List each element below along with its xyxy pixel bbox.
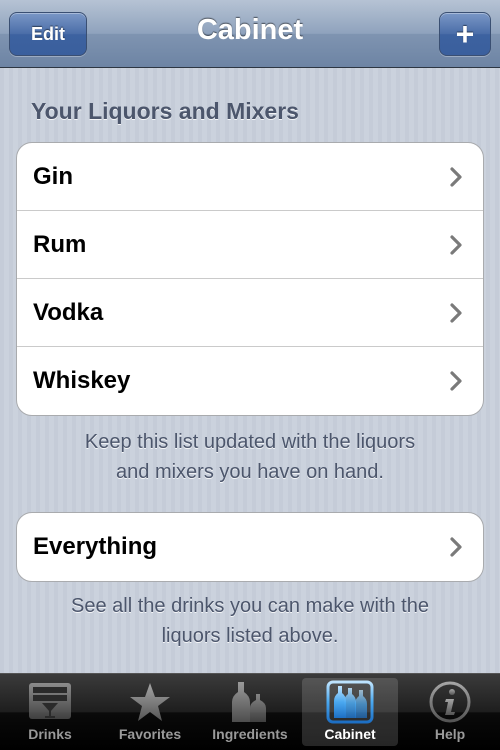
- list-item-vodka[interactable]: Vodka: [17, 279, 483, 347]
- cabinet-bottles-icon: [325, 680, 375, 724]
- tab-label: Cabinet: [324, 726, 376, 742]
- tab-ingredients[interactable]: Ingredients: [202, 678, 298, 746]
- tab-help[interactable]: Help: [402, 678, 498, 746]
- tab-favorites[interactable]: Favorites: [102, 678, 198, 746]
- tab-label: Favorites: [118, 726, 182, 742]
- navigation-bar: Edit Cabinet +: [0, 0, 500, 68]
- liquor-list-footer: Keep this list updated with the liquors …: [20, 427, 480, 487]
- list-item-label: Whiskey: [33, 367, 131, 394]
- footer-line: Keep this list updated with the liquors: [84, 431, 416, 453]
- bottles-icon: [225, 680, 275, 724]
- footer-line: and mixers you have on hand.: [116, 461, 384, 483]
- chevron-right-icon: [445, 234, 467, 256]
- star-icon: [125, 680, 175, 724]
- everything-list: Everything: [16, 512, 484, 582]
- footer-line: liquors listed above.: [161, 625, 339, 647]
- drinks-icon: [25, 680, 75, 724]
- tab-label: Drinks: [28, 726, 72, 742]
- chevron-right-icon: [445, 536, 467, 558]
- section-header: Your Liquors and Mixers: [31, 98, 299, 124]
- tab-label: Help: [434, 726, 466, 742]
- list-item-label: Rum: [33, 230, 87, 258]
- tab-drinks[interactable]: Drinks: [2, 678, 98, 746]
- chevron-right-icon: [445, 370, 467, 392]
- tab-cabinet[interactable]: Cabinet: [302, 678, 398, 746]
- list-item-everything[interactable]: Everything: [17, 513, 483, 581]
- tab-label: Ingredients: [212, 726, 288, 742]
- list-item-gin[interactable]: Gin: [17, 143, 483, 211]
- footer-line: See all the drinks you can make with the: [71, 595, 429, 617]
- liquor-list: Gin Rum Vodka Whiskey: [16, 142, 484, 416]
- page-title: Cabinet: [196, 14, 304, 46]
- tab-bar: Drinks Favorites Ingredients Cabinet Hel…: [0, 673, 500, 750]
- add-button[interactable]: +: [439, 12, 491, 56]
- list-item-label: Vodka: [33, 298, 104, 326]
- everything-footer: See all the drinks you can make with the…: [20, 591, 480, 651]
- chevron-right-icon: [445, 302, 467, 324]
- list-item-label: Gin: [33, 162, 73, 190]
- list-item-rum[interactable]: Rum: [17, 211, 483, 279]
- info-icon: [425, 680, 475, 724]
- list-item-label: Everything: [33, 533, 158, 560]
- chevron-right-icon: [445, 166, 467, 188]
- list-item-whiskey[interactable]: Whiskey: [17, 347, 483, 415]
